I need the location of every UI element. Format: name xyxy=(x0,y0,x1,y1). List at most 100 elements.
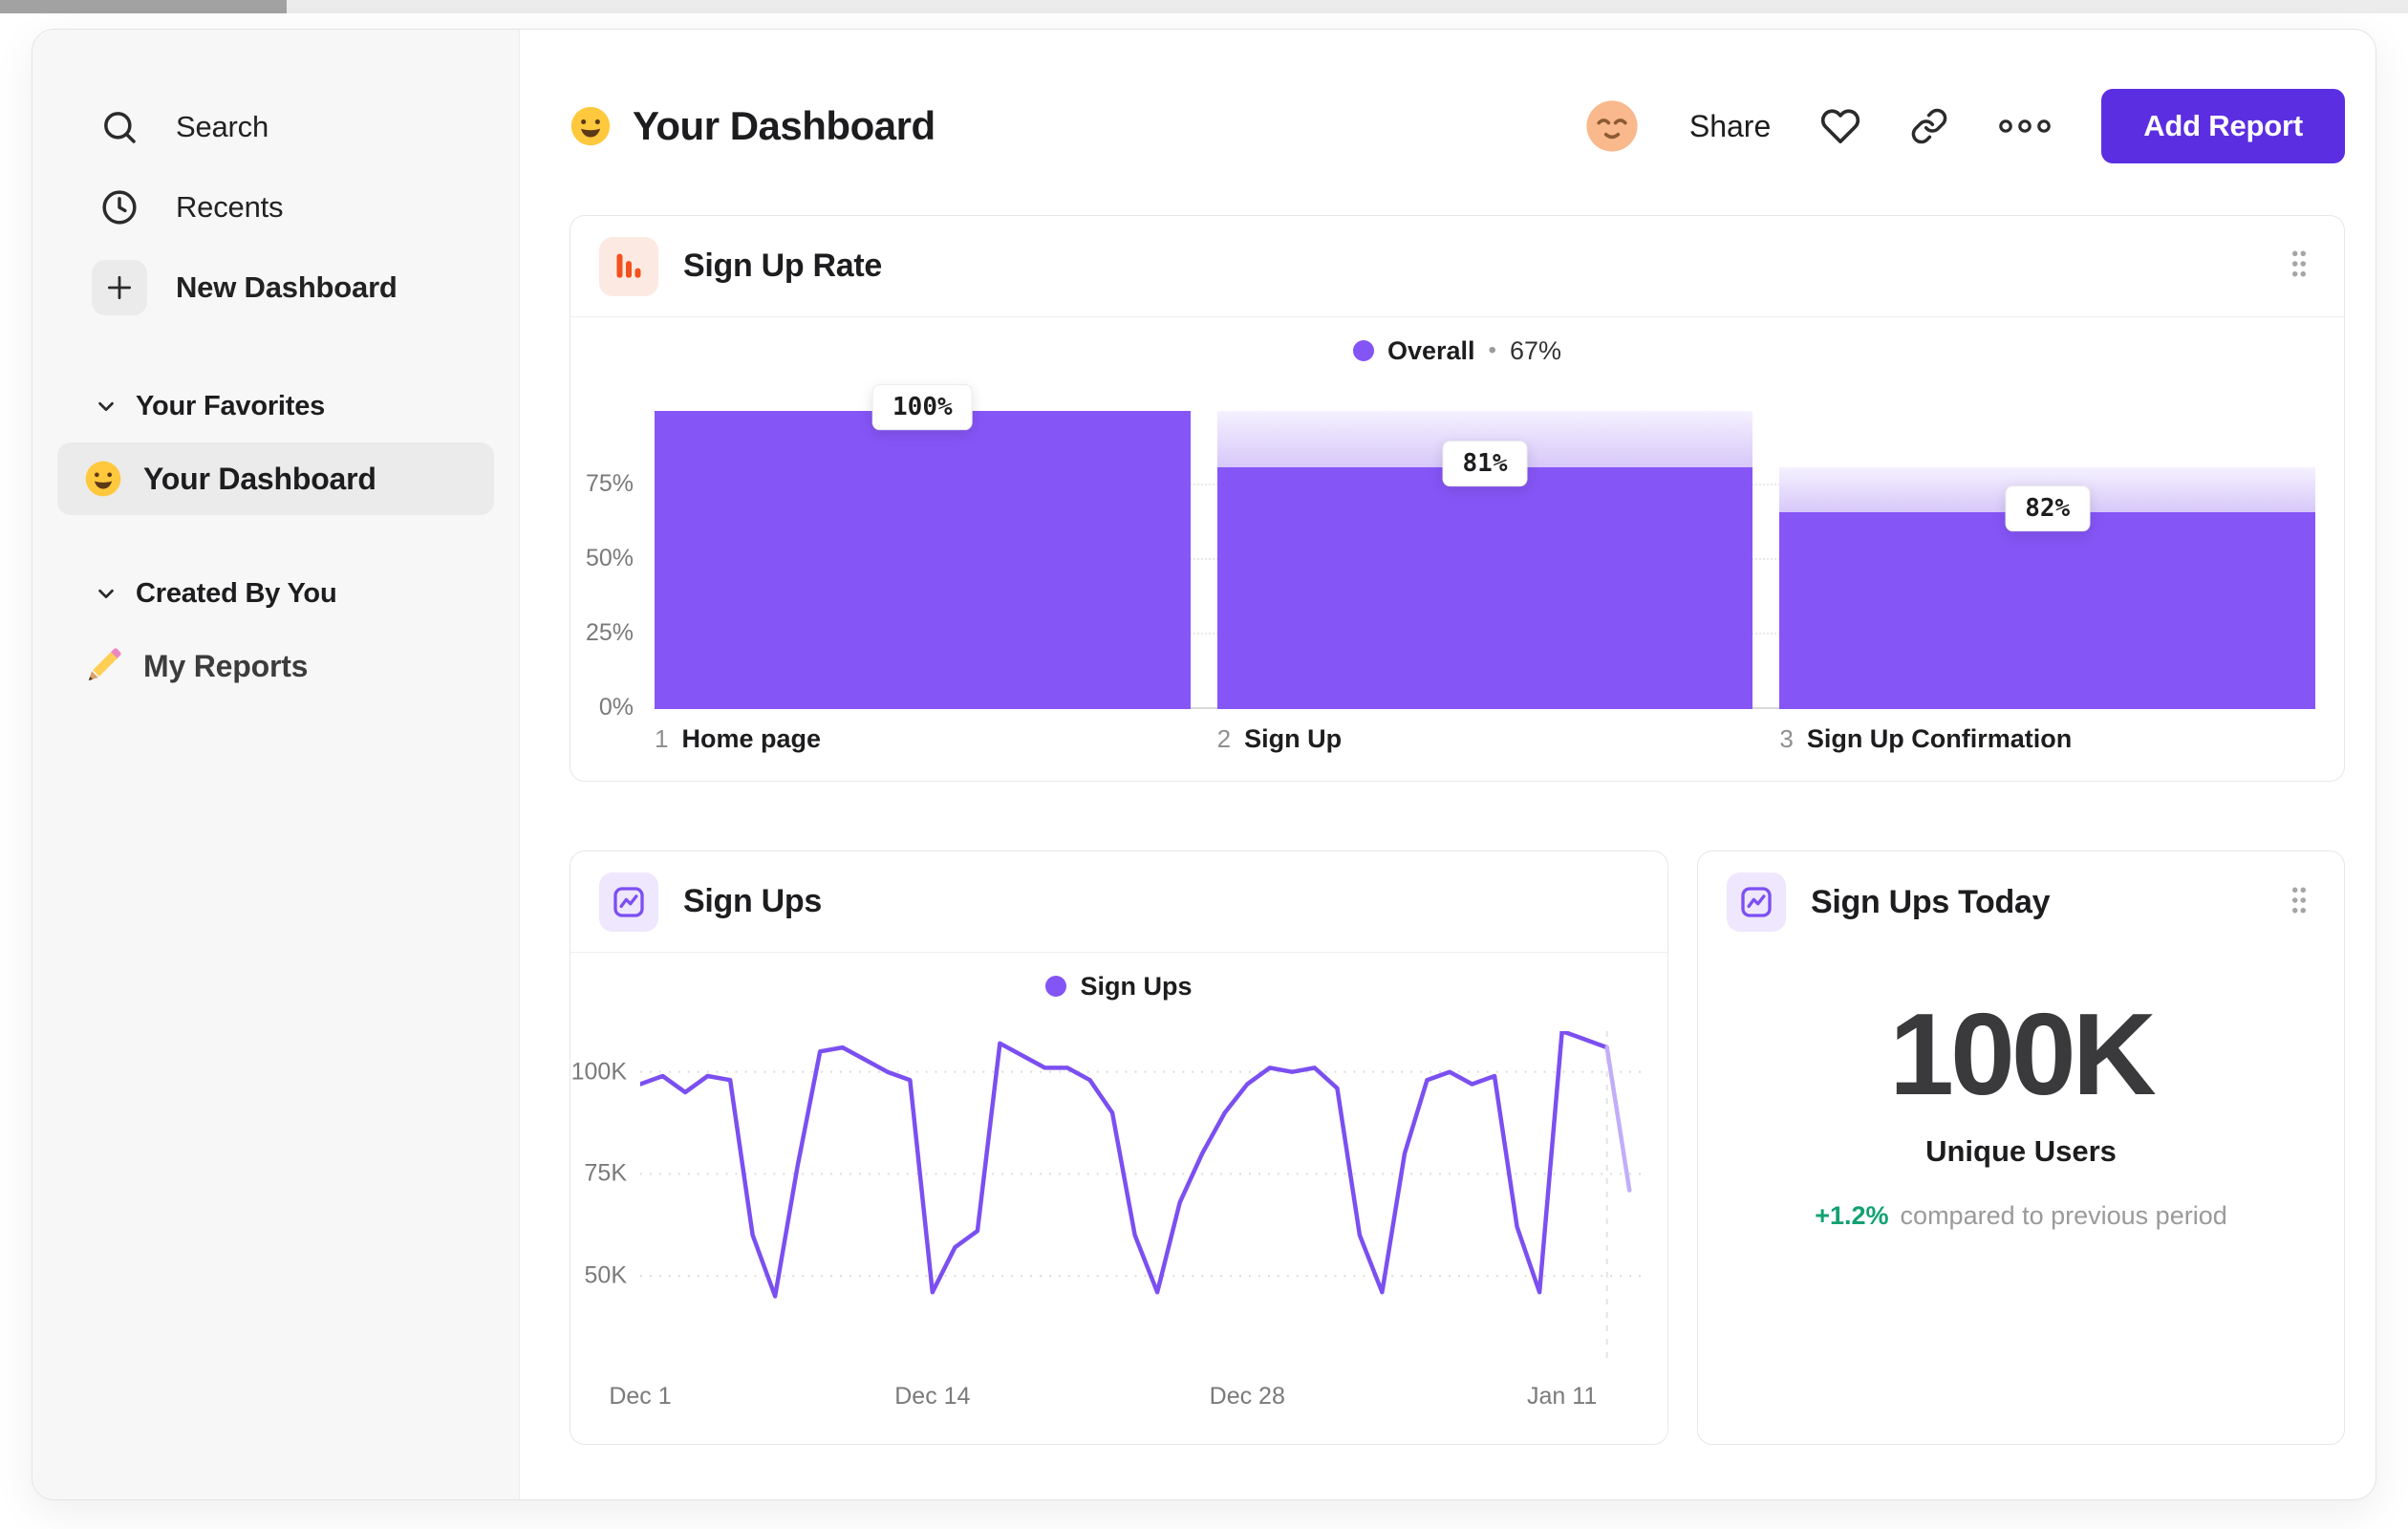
funnel-chart: 75% 50% 25% 0% 100% 81% 82% xyxy=(570,384,2344,721)
y-axis-label: 75% xyxy=(585,470,634,497)
sidebar-item-label: New Dashboard xyxy=(176,270,398,304)
favorite-heart-button[interactable] xyxy=(1820,106,1860,146)
sidebar-item-your-dashboard[interactable]: Your Dashboard xyxy=(57,442,494,515)
share-button[interactable]: Share xyxy=(1689,109,1771,144)
sign-ups-card: Sign Ups Sign Ups 100K 75K 50K Dec 1 Dec… xyxy=(570,851,1668,1445)
window-chrome-strip xyxy=(0,0,2408,13)
stat-body: 100K Unique Users +1.2% compared to prev… xyxy=(1698,953,2344,1231)
y-axis-label: 50K xyxy=(584,1261,627,1289)
smiley-emoji-icon xyxy=(85,461,121,497)
window-chrome-tab xyxy=(0,0,287,13)
line-legend[interactable]: Sign Ups xyxy=(1045,971,1193,1001)
user-avatar[interactable] xyxy=(1584,98,1640,154)
line-chart-icon xyxy=(599,872,658,932)
step-name: Home page xyxy=(681,724,822,753)
link-icon xyxy=(1911,108,1947,144)
sidebar-item-recents[interactable]: Recents xyxy=(32,167,519,248)
card-title: Sign Ups xyxy=(683,883,822,919)
page: Search Recents New Dashboard Your Favori… xyxy=(0,0,2408,1529)
series-line xyxy=(640,1031,1609,1299)
favorites-section-header[interactable]: Your Favorites xyxy=(32,377,519,435)
legend-dot xyxy=(1352,340,1374,361)
funnel-plot: 100% 81% 82% xyxy=(655,384,2316,709)
step-name: Sign Up xyxy=(1244,724,1343,753)
legend-label: Sign Ups xyxy=(1080,971,1193,1001)
stat-caption: Unique Users xyxy=(1925,1134,2117,1168)
funnel-bar-sign-up-confirmation[interactable]: 82% xyxy=(1779,411,2316,709)
y-axis-label: 0% xyxy=(598,694,634,721)
chevron-down-icon xyxy=(96,396,117,417)
legend-label: Overall xyxy=(1387,335,1475,365)
funnel-bar-sign-up[interactable]: 81% xyxy=(1216,411,1753,709)
x-axis-label: Dec 1 xyxy=(609,1383,672,1410)
line-chart-icon xyxy=(1727,872,1786,932)
funnel-step-label: 2 Sign Up xyxy=(1217,724,1753,754)
sign-ups-today-card: Sign Ups Today 100K Unique Users +1.2% c… xyxy=(1697,851,2345,1445)
line-y-axis: 100K 75K 50K xyxy=(570,1031,640,1366)
step-name: Sign Up Confirmation xyxy=(1806,724,2073,753)
legend-value: 67% xyxy=(1509,335,1561,365)
line-x-axis: Dec 1 Dec 14 Dec 28 Jan 11 xyxy=(609,1383,1641,1421)
funnel-bar-fill xyxy=(1216,467,1753,709)
chevron-down-icon xyxy=(96,583,117,604)
funnel-badge: 82% xyxy=(2005,485,2091,532)
sidebar-item-new-dashboard[interactable]: New Dashboard xyxy=(32,248,519,328)
series-line xyxy=(1604,1044,1632,1193)
funnel-step-label: 3 Sign Up Confirmation xyxy=(1779,724,2315,754)
funnel-step-label: 1 Home page xyxy=(655,724,1191,754)
clock-icon xyxy=(92,180,147,235)
funnel-y-axis: 75% 50% 25% 0% xyxy=(570,411,655,721)
stat-delta-caption: compared to previous period xyxy=(1900,1201,2227,1230)
pencil-emoji-icon xyxy=(88,648,121,681)
page-title: Your Dashboard xyxy=(633,103,935,148)
legend-separator: • xyxy=(1488,337,1496,363)
sidebar-item-my-reports[interactable]: My Reports xyxy=(57,630,494,702)
add-report-button[interactable]: Add Report xyxy=(2101,89,2345,163)
plus-icon xyxy=(92,260,147,315)
sidebar-item-label: My Reports xyxy=(143,648,309,683)
y-axis-label: 25% xyxy=(585,619,634,646)
x-axis-label: Dec 28 xyxy=(1209,1383,1285,1410)
legend-dot xyxy=(1045,976,1067,997)
stat-value: 100K xyxy=(1889,989,2157,1119)
funnel-legend[interactable]: Overall • 67% xyxy=(1352,335,1561,366)
sidebar-item-search[interactable]: Search xyxy=(32,87,519,167)
copy-link-button[interactable] xyxy=(1910,107,1948,145)
funnel-bar-home-page[interactable]: 100% xyxy=(655,384,1191,709)
section-title: Created By You xyxy=(136,577,337,609)
stat-delta-row: +1.2% compared to previous period xyxy=(1815,1201,2227,1231)
line-chart: 100K 75K 50K xyxy=(570,1031,1667,1366)
x-axis-label: Dec 14 xyxy=(894,1383,971,1410)
favorites-section: Your Favorites Your Dashboard xyxy=(32,377,519,515)
ellipsis-icon xyxy=(1999,119,2052,133)
line-plot xyxy=(640,1031,1641,1366)
y-axis-label: 100K xyxy=(570,1058,627,1086)
drag-handle-icon[interactable] xyxy=(2283,879,2315,926)
funnel-step-labels: 1 Home page 2 Sign Up 3 Sign Up Confirma… xyxy=(655,724,2315,754)
search-icon xyxy=(92,99,147,155)
y-axis-label: 75K xyxy=(584,1159,627,1187)
heart-icon xyxy=(1821,109,1860,143)
line-series-canvas[interactable] xyxy=(640,1031,1641,1366)
sidebar: Search Recents New Dashboard Your Favori… xyxy=(32,30,520,1499)
x-axis-label: Jan 11 xyxy=(1527,1383,1598,1410)
funnel-badge: 81% xyxy=(1442,441,1528,487)
y-axis-label: 50% xyxy=(585,545,634,571)
drag-handle-icon[interactable] xyxy=(2283,243,2315,290)
sidebar-item-label: Your Dashboard xyxy=(143,461,376,496)
step-index: 1 xyxy=(655,724,669,753)
sign-up-rate-card: Sign Up Rate Overall • 67% 75% 50% 25% 0% xyxy=(570,215,2345,782)
bar-chart-icon xyxy=(599,236,658,296)
app-window: Search Recents New Dashboard Your Favori… xyxy=(32,29,2376,1500)
funnel-badge: 100% xyxy=(872,384,973,431)
stat-delta: +1.2% xyxy=(1815,1201,1889,1230)
created-by-you-section-header[interactable]: Created By You xyxy=(32,565,519,622)
more-options-button[interactable] xyxy=(1998,118,2052,135)
section-title: Your Favorites xyxy=(136,390,326,421)
card-title: Sign Ups Today xyxy=(1811,883,2051,920)
sidebar-item-label: Search xyxy=(176,110,269,143)
created-by-you-section: Created By You My Reports xyxy=(32,565,519,702)
step-index: 2 xyxy=(1216,724,1232,753)
sidebar-item-label: Recents xyxy=(176,190,284,224)
card-title: Sign Up Rate xyxy=(683,248,882,284)
